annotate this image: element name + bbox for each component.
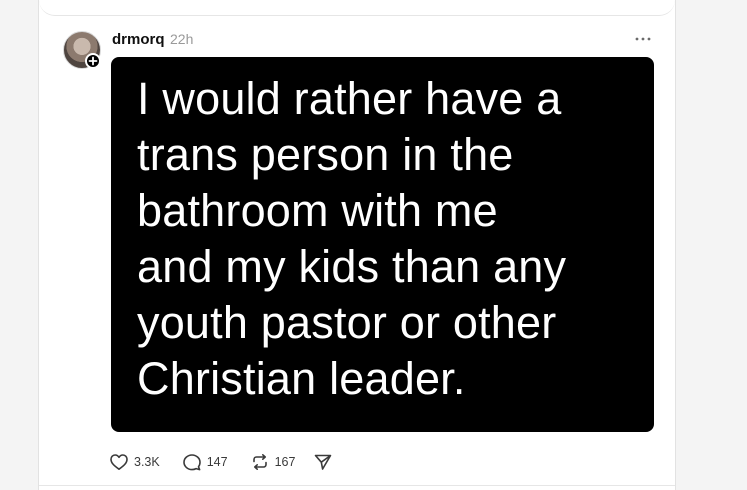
repost-icon xyxy=(252,454,267,470)
like-button[interactable]: 3.3K xyxy=(109,453,160,471)
post-actions: 3.3K 147 167 xyxy=(109,451,360,473)
plus-icon[interactable] xyxy=(85,53,101,69)
send-icon xyxy=(315,454,332,470)
more-dots-icon xyxy=(635,37,651,41)
comment-bubble-icon xyxy=(182,454,201,471)
quote-text: I would rather have a trans person in th… xyxy=(137,73,567,404)
author-username[interactable]: drmorq xyxy=(112,31,165,48)
more-options-button[interactable] xyxy=(633,31,653,47)
author-avatar-container[interactable] xyxy=(63,31,101,69)
reply-count: 147 xyxy=(206,455,228,469)
thread-post: drmorq 22h I would rather have a trans p… xyxy=(39,17,675,486)
heart-icon xyxy=(110,454,128,470)
like-count: 3.3K xyxy=(134,455,160,469)
repost-count: 167 xyxy=(274,455,296,469)
previous-post-edge xyxy=(39,0,675,16)
post-timestamp[interactable]: 22h xyxy=(170,31,193,47)
post-image[interactable]: I would rather have a trans person in th… xyxy=(111,57,654,432)
share-button[interactable] xyxy=(313,453,338,471)
repost-button[interactable]: 167 xyxy=(250,453,296,471)
reply-button[interactable]: 147 xyxy=(182,453,228,471)
feed-column: drmorq 22h I would rather have a trans p… xyxy=(38,0,676,490)
post-divider xyxy=(39,485,675,486)
